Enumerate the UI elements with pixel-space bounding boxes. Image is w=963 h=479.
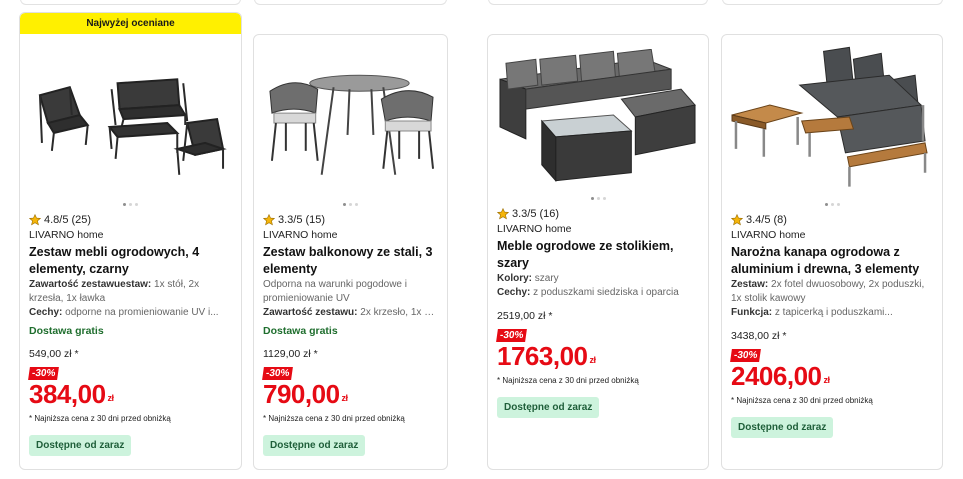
discount-badge: -30% — [496, 329, 528, 342]
availability-badge: Dostępne od zaraz — [263, 435, 366, 456]
image-carousel-dots[interactable] — [722, 203, 942, 206]
rating: 3.3/5 (16) — [497, 207, 698, 221]
price: 1763,00 zł — [497, 341, 596, 371]
star-icon — [29, 214, 41, 226]
rating-value: 3.3/5 (16) — [512, 208, 560, 220]
star-icon — [263, 214, 275, 226]
price: 384,00 zł — [29, 379, 114, 409]
old-price: 1129,00 zł * — [263, 348, 318, 360]
rating: 3.3/5 (15) — [263, 213, 437, 227]
product-title[interactable]: Narożna kanapa ogrodowa z aluminium i dr… — [731, 244, 932, 278]
rating: 3.4/5 (8) — [731, 213, 932, 227]
discount-badge: -30% — [730, 349, 762, 362]
lowest-price-note: * Najniższa cena z 30 dni przed obniżką — [497, 376, 639, 385]
availability-badge: Dostępne od zaraz — [29, 435, 132, 456]
old-price: 549,00 zł * — [29, 348, 79, 360]
spec-features: Cechy: z poduszkami siedziska i oparcia — [497, 287, 679, 298]
product-card[interactable]: Najwyżej oceniane 4.8/5 (25) LIVARNO hom… — [19, 12, 242, 470]
spec-contents: Zestaw: 2x fotel dwuosobowy, 2x poduszki… — [731, 279, 925, 304]
brand: LIVARNO home — [497, 223, 572, 235]
discount-badge: -30% — [28, 367, 60, 380]
product-title[interactable]: Zestaw balkonowy ze stali, 3 elementy — [263, 244, 437, 278]
spec-contents: Zawartość zestawu: 2x krzesło, 1x stół..… — [263, 307, 437, 318]
product-description: Odporna na warunki pogodowe i promieniow… — [263, 279, 407, 304]
free-shipping: Dostawa gratis — [263, 325, 338, 337]
previous-row-card-4-edge — [722, 0, 943, 5]
rating: 4.8/5 (25) — [29, 213, 231, 227]
product-card[interactable]: 3.3/5 (16) LIVARNO home Meble ogrodowe z… — [487, 34, 709, 470]
image-carousel-dots[interactable] — [20, 203, 241, 206]
discount-badge: -30% — [262, 367, 294, 380]
availability-badge: Dostępne od zaraz — [497, 397, 600, 418]
image-carousel-dots[interactable] — [488, 197, 708, 200]
brand: LIVARNO home — [731, 229, 806, 241]
product-card[interactable]: 3.4/5 (8) LIVARNO home Narożna kanapa og… — [721, 34, 943, 470]
lowest-price-note: * Najniższa cena z 30 dni przed obniżką — [29, 414, 171, 423]
rating-value: 3.3/5 (15) — [278, 214, 326, 226]
image-carousel-dots[interactable] — [254, 203, 447, 206]
product-card[interactable]: 3.3/5 (15) LIVARNO home Zestaw balkonowy… — [253, 34, 448, 470]
lowest-price-note: * Najniższa cena z 30 dni przed obniżką — [731, 396, 873, 405]
spec-colors: Kolory: szary — [497, 273, 559, 284]
old-price: 3438,00 zł * — [731, 330, 787, 342]
lowest-price-note: * Najniższa cena z 30 dni przed obniżką — [263, 414, 405, 423]
product-title[interactable]: Meble ogrodowe ze stolikiem, szary — [497, 238, 698, 272]
free-shipping: Dostawa gratis — [29, 325, 104, 337]
previous-row-card-3-edge — [488, 0, 708, 5]
product-image[interactable] — [496, 49, 700, 183]
corner-sofa-image — [731, 46, 928, 187]
star-icon — [497, 208, 509, 220]
rating-value: 3.4/5 (8) — [746, 214, 787, 226]
price: 2406,00 zł — [731, 361, 830, 391]
brand: LIVARNO home — [29, 229, 104, 241]
product-image[interactable] — [28, 65, 233, 195]
price: 790,00 zł — [263, 379, 348, 409]
rattan-lounge-set-image — [499, 49, 696, 183]
brand: LIVARNO home — [263, 229, 338, 241]
spec-features: Cechy: odporne na promieniowanie UV i... — [29, 307, 219, 318]
product-title[interactable]: Zestaw mebli ogrodowych, 4 elementy, cza… — [29, 244, 231, 278]
top-rated-badge: Najwyżej oceniane — [20, 13, 241, 34]
rating-value: 4.8/5 (25) — [44, 214, 92, 226]
availability-badge: Dostępne od zaraz — [731, 417, 834, 438]
star-icon — [731, 214, 743, 226]
spec-contents: Zawartość zestawuestaw: 1x stół, 2x krze… — [29, 279, 200, 304]
previous-row-card-1-edge — [20, 0, 241, 5]
spec-function: Funkcja: z tapicerką i poduszkami... — [731, 307, 893, 318]
old-price: 2519,00 zł * — [497, 310, 553, 322]
previous-row-card-2-edge — [254, 0, 447, 5]
product-image[interactable] — [262, 65, 439, 195]
balcony-set-image — [269, 74, 435, 175]
garden-furniture-set-image — [38, 78, 227, 175]
product-image[interactable] — [730, 45, 934, 191]
